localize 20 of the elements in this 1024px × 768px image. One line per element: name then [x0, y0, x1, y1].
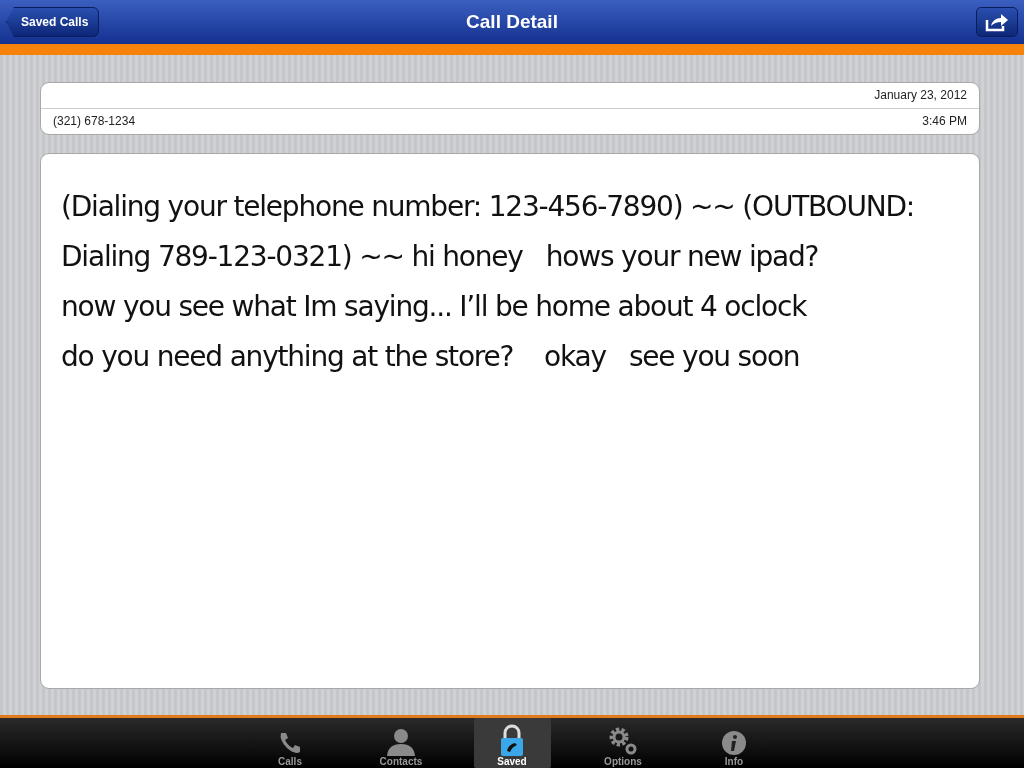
- lock-icon: [499, 724, 525, 756]
- tab[interactable]: Contacts: [362, 718, 440, 768]
- gears-icon: [608, 726, 638, 756]
- info-icon: [721, 730, 747, 756]
- tab[interactable]: Calls: [251, 718, 329, 768]
- page-title: Call Detail: [466, 11, 558, 32]
- share-button[interactable]: [976, 7, 1018, 37]
- transcript-line: Dialing 789-123-0321) ~~ hi honey hows your new ipad?: [61, 239, 820, 275]
- transcript-line: now you see what Im saying... I’ll be home about 4 oclock: [61, 289, 808, 325]
- back-button[interactable]: Saved Calls: [6, 7, 100, 37]
- share-icon: [985, 12, 1009, 32]
- phone-number: (321) 678-1234: [53, 114, 136, 129]
- call-time: 3:46 PM: [922, 114, 967, 129]
- tab[interactable]: Saved: [473, 718, 551, 768]
- transcript-line: (Dialing your telephone number: 123-456-7890) ~~ (OUTBOUND:: [61, 189, 916, 225]
- tab[interactable]: Info: [695, 718, 773, 768]
- transcript-line: do you need anything at the store? okay see you soon: [61, 339, 801, 375]
- call-date: January 23, 2012: [874, 88, 967, 103]
- person-icon: [385, 728, 417, 756]
- tab[interactable]: Options: [584, 718, 662, 768]
